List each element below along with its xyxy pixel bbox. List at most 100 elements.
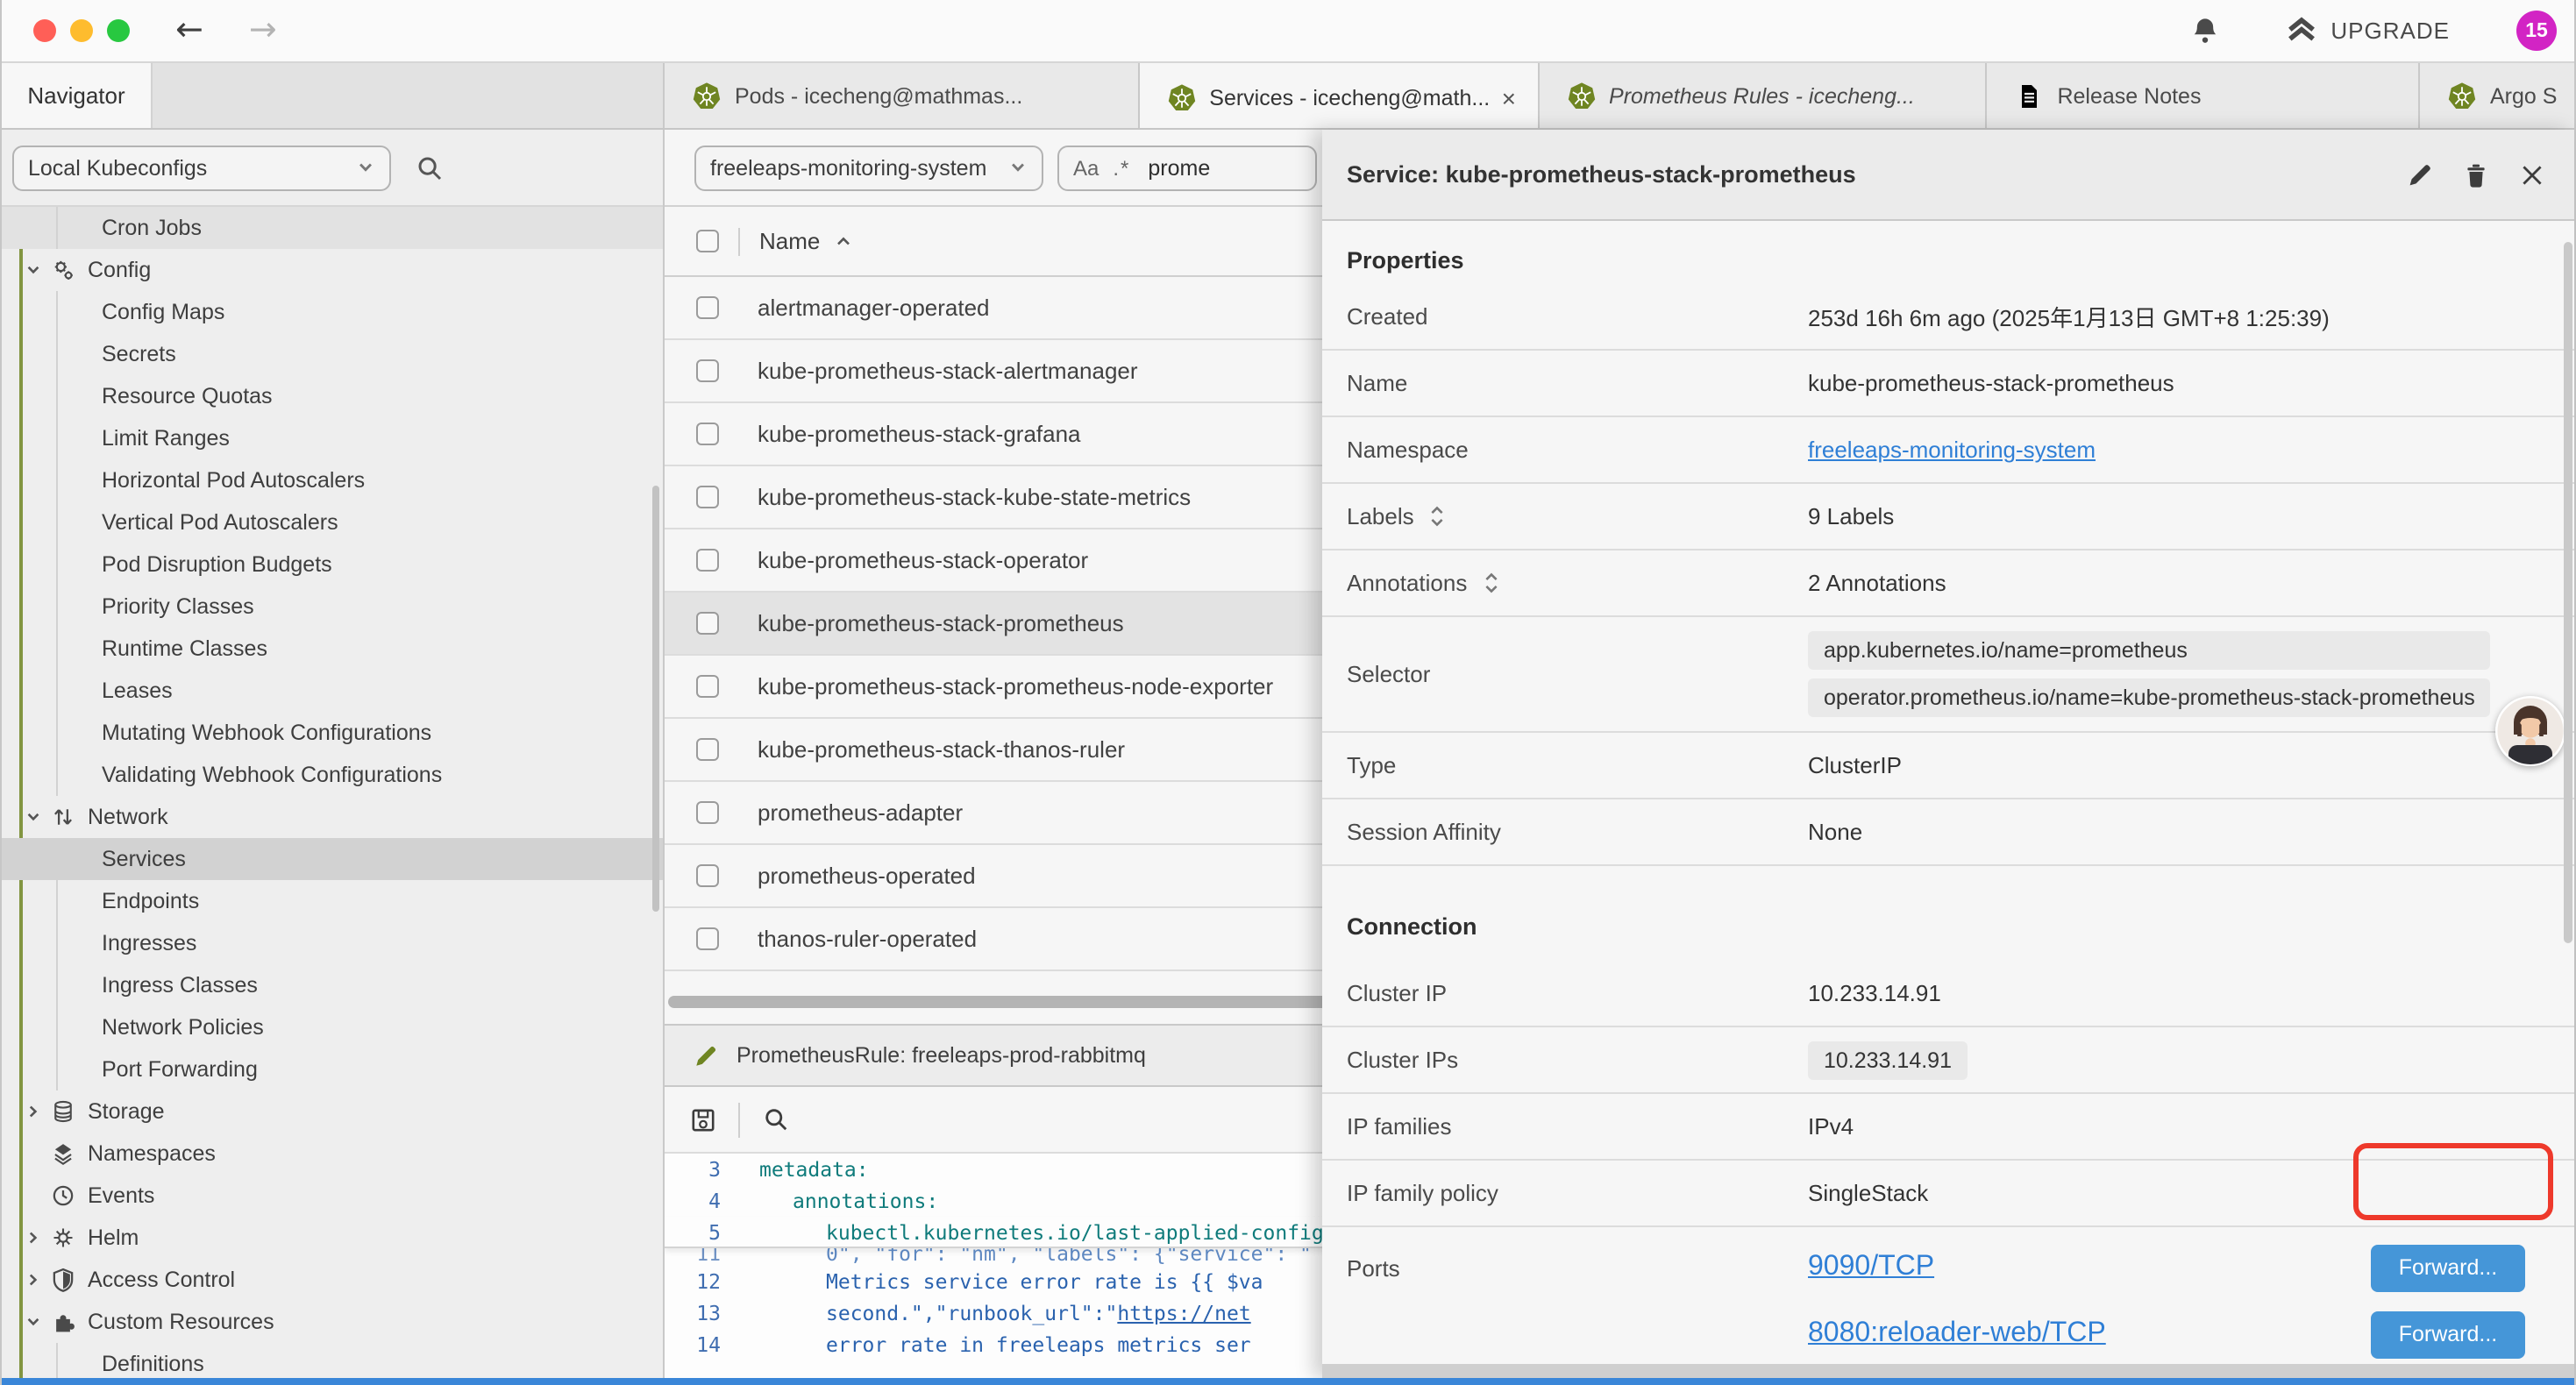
- sidebar-item[interactable]: Ingresses: [2, 922, 663, 964]
- line-code: kubectl.kubernetes.io/last-applied-confi…: [742, 1219, 1421, 1244]
- port-link[interactable]: 8080:reloader-web/TCP: [1808, 1318, 2106, 1350]
- forward-button[interactable]: Forward...: [2371, 1244, 2525, 1291]
- document-tab[interactable]: Argo Se: [2420, 63, 2574, 128]
- sidebar-filter-row: Local Kubeconfigs: [2, 130, 663, 207]
- port-link[interactable]: 9090/TCP: [1808, 1252, 1934, 1283]
- sidebar-search-icon[interactable]: [416, 153, 444, 181]
- sort-ascending-icon[interactable]: [832, 231, 853, 252]
- back-button[interactable]: ←: [175, 14, 203, 47]
- sidebar-item[interactable]: Storage: [2, 1090, 663, 1133]
- notification-count-badge[interactable]: 15: [2516, 11, 2557, 51]
- row-checkbox[interactable]: [696, 296, 719, 319]
- sidebar-item[interactable]: Events: [2, 1175, 663, 1217]
- sidebar-item[interactable]: Priority Classes: [2, 586, 663, 628]
- editor-search-icon[interactable]: [763, 1106, 789, 1133]
- sidebar-item[interactable]: Horizontal Pod Autoscalers: [2, 459, 663, 501]
- sidebar-item[interactable]: Runtime Classes: [2, 628, 663, 670]
- sidebar-item[interactable]: Port Forwarding: [2, 1048, 663, 1090]
- row-checkbox[interactable]: [696, 549, 719, 572]
- sidebar-item[interactable]: Config Maps: [2, 291, 663, 333]
- selector-chip: operator.prometheus.io/name=kube-prometh…: [1808, 678, 2491, 717]
- close-panel-icon[interactable]: [2518, 160, 2546, 188]
- regex-toggle[interactable]: .*: [1113, 155, 1130, 180]
- service-name: kube-prometheus-stack-alertmanager: [758, 358, 1138, 384]
- sidebar-item[interactable]: Secrets: [2, 333, 663, 375]
- close-window-button[interactable]: [33, 19, 56, 42]
- tree-chevron-icon[interactable]: [25, 1313, 42, 1331]
- sidebar-scrollbar[interactable]: [652, 486, 659, 912]
- row-checkbox[interactable]: [696, 801, 719, 824]
- tree-chevron-icon[interactable]: [25, 261, 42, 279]
- row-checkbox[interactable]: [696, 359, 719, 382]
- editor-tab-label[interactable]: PrometheusRule: freeleaps-prod-rabbitmq: [737, 1043, 1146, 1068]
- row-checkbox[interactable]: [696, 486, 719, 508]
- forward-button[interactable]: →: [249, 14, 277, 47]
- namespace-link[interactable]: freeleaps-monitoring-system: [1808, 437, 2096, 463]
- name-column-header[interactable]: Name: [759, 228, 820, 254]
- document-tab[interactable]: Prometheus Rules - icecheng...: [1539, 63, 1987, 128]
- sidebar-item[interactable]: Network: [2, 796, 663, 838]
- ip-family-policy-row: IP family policy SingleStack: [1322, 1161, 2574, 1227]
- tree-group-icon: [51, 258, 75, 282]
- sidebar-item[interactable]: Helm: [2, 1217, 663, 1259]
- sidebar-item[interactable]: Access Control: [2, 1259, 663, 1301]
- namespace-select[interactable]: freeleaps-monitoring-system: [694, 145, 1043, 190]
- sidebar-item[interactable]: Config: [2, 249, 663, 291]
- sidebar-item[interactable]: Custom Resources: [2, 1301, 663, 1343]
- minimize-window-button[interactable]: [70, 19, 93, 42]
- row-checkbox[interactable]: [696, 738, 719, 761]
- zoom-window-button[interactable]: [107, 19, 130, 42]
- tab-navigator[interactable]: Navigator: [2, 63, 153, 128]
- search-input[interactable]: Aa .* prome: [1057, 145, 1317, 190]
- document-tab[interactable]: Services - icecheng@math... ×: [1139, 63, 1539, 128]
- sidebar-item[interactable]: Cron Jobs: [2, 207, 663, 249]
- sidebar-item[interactable]: Endpoints: [2, 880, 663, 922]
- sidebar-item[interactable]: Limit Ranges: [2, 417, 663, 459]
- row-checkbox[interactable]: [696, 675, 719, 698]
- match-case-toggle[interactable]: Aa: [1073, 155, 1099, 180]
- delete-icon[interactable]: [2462, 160, 2490, 188]
- tree-chevron-icon[interactable]: [25, 1103, 42, 1120]
- forward-button[interactable]: Forward...: [2371, 1310, 2525, 1358]
- notifications-bell-icon[interactable]: [2190, 16, 2220, 46]
- upgrade-button[interactable]: UPGRADE: [2287, 16, 2450, 46]
- detail-header: Service: kube-prometheus-stack-prometheu…: [1322, 130, 2574, 221]
- sidebar-item[interactable]: Namespaces: [2, 1133, 663, 1175]
- expand-collapse-icon[interactable]: [1481, 572, 1500, 594]
- sidebar-item[interactable]: Definitions: [2, 1343, 663, 1378]
- row-checkbox[interactable]: [696, 423, 719, 445]
- sidebar-item[interactable]: Validating Webhook Configurations: [2, 754, 663, 796]
- kubernetes-icon: [1567, 82, 1595, 110]
- row-checkbox[interactable]: [696, 927, 719, 950]
- sidebar-item[interactable]: Resource Quotas: [2, 375, 663, 417]
- row-checkbox[interactable]: [696, 864, 719, 887]
- tree-chevron-icon[interactable]: [25, 1229, 42, 1246]
- sidebar-item[interactable]: Leases: [2, 670, 663, 712]
- edit-icon[interactable]: [2406, 160, 2434, 188]
- sidebar-item[interactable]: Mutating Webhook Configurations: [2, 712, 663, 754]
- created-row: Created 253d 16h 6m ago (2025年1月13日 GMT+…: [1322, 284, 2574, 351]
- sidebar-item[interactable]: Pod Disruption Budgets: [2, 543, 663, 586]
- sidebar-item[interactable]: Services: [2, 838, 663, 880]
- session-affinity-row: Session Affinity None: [1322, 799, 2574, 866]
- kubeconfig-select[interactable]: Local Kubeconfigs: [12, 145, 391, 190]
- document-tab[interactable]: Release Notes: [1987, 63, 2420, 128]
- row-checkbox[interactable]: [696, 612, 719, 635]
- sidebar-item-label: Storage: [88, 1099, 165, 1124]
- sidebar-item[interactable]: Network Policies: [2, 1006, 663, 1048]
- close-tab-icon[interactable]: ×: [1498, 83, 1519, 111]
- document-tab[interactable]: Pods - icecheng@mathmas...: [665, 63, 1139, 128]
- user-avatar[interactable]: [2495, 696, 2565, 766]
- tab-label: Release Notes: [2057, 83, 2201, 108]
- sidebar-item[interactable]: Ingress Classes: [2, 964, 663, 1006]
- detail-scrollbar[interactable]: [2564, 242, 2572, 943]
- tree-chevron-icon[interactable]: [25, 1271, 42, 1289]
- select-all-checkbox[interactable]: [696, 230, 719, 252]
- detail-horizontal-scrollbar[interactable]: [1322, 1364, 2574, 1378]
- labels-value[interactable]: 9 Labels: [1808, 503, 1894, 529]
- sidebar-item[interactable]: Vertical Pod Autoscalers: [2, 501, 663, 543]
- expand-collapse-icon[interactable]: [1428, 505, 1448, 528]
- annotations-value[interactable]: 2 Annotations: [1808, 570, 1946, 596]
- tree-chevron-icon[interactable]: [25, 808, 42, 826]
- save-icon[interactable]: [689, 1105, 717, 1133]
